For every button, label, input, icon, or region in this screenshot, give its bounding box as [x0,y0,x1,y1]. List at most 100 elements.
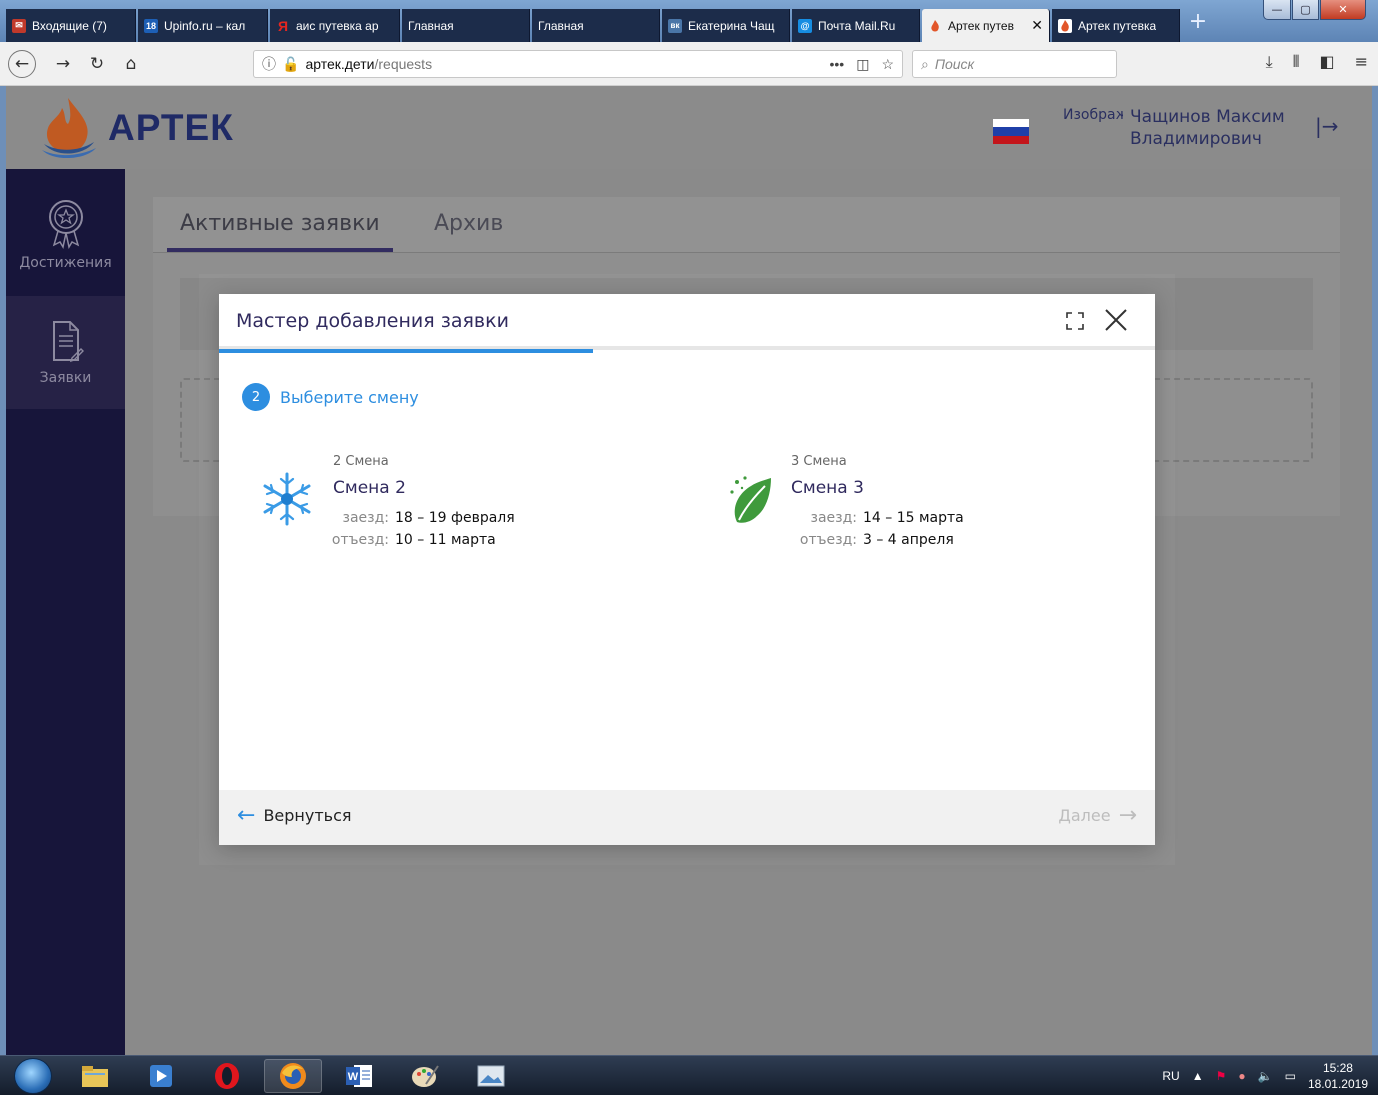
action-center-icon[interactable]: ⚑ [1216,1069,1227,1083]
departure-label: отъезд: [799,532,857,548]
tab-archive[interactable]: Архив [434,211,503,236]
show-hidden-icons-icon[interactable]: ▲ [1192,1069,1204,1083]
url-path: /requests [374,56,433,72]
yandex-icon: Я [277,17,289,34]
back-button-label: Вернуться [263,806,352,825]
browser-tab-artek-active[interactable]: Артек путев ✕ [922,9,1050,42]
insecure-lock-icon[interactable]: 🔓 [282,56,299,73]
language-flag-ru[interactable] [993,119,1029,144]
arrival-dates: 14 – 15 марта [863,510,964,526]
url-host: артек.дети [305,56,375,72]
search-placeholder: Поиск [934,56,975,72]
sidebar-item-achievements[interactable]: Достижения [6,199,125,279]
tab-label: Артек путевка [1078,18,1157,33]
maximize-button[interactable]: ▢ [1292,0,1319,20]
tab-label: Главная [538,18,584,33]
folder-icon [82,1066,108,1087]
library-icon[interactable]: ⫴ [1293,52,1300,72]
download-icon[interactable]: ⤓ [1266,52,1273,72]
back-arrow-icon[interactable]: ← [8,50,36,78]
firefox-taskbar-button[interactable] [264,1059,322,1093]
menu-icon[interactable]: ≡ [1355,52,1368,72]
start-button[interactable] [14,1058,52,1094]
avatar[interactable]: Изображение пользователя [1063,104,1123,126]
tab-label: Upinfo.ru – кал [164,18,246,33]
search-input[interactable]: ⌕ Поиск [912,50,1117,78]
mail-icon: ✉ [12,18,26,33]
word-icon: W [346,1065,372,1087]
media-player-taskbar-button[interactable] [132,1059,190,1093]
modal-footer: ← Вернуться Далее → [219,790,1155,845]
modal-header: Мастер добавления заявки [219,294,1155,350]
snowflake-icon [263,472,311,526]
medal-icon [48,200,83,249]
explorer-taskbar-button[interactable] [66,1059,124,1093]
home-icon[interactable]: ⌂ [118,51,144,77]
forward-arrow-icon[interactable]: → [50,51,76,77]
reload-icon[interactable]: ↻ [84,51,110,77]
next-button-label: Далее [1058,806,1111,825]
clock-date: 18.01.2019 [1307,1077,1368,1091]
shift-option-2[interactable]: 2 Смена Смена 2 заезд: 18 – 19 февраля от… [249,454,689,554]
close-tab-icon[interactable]: ✕ [1031,17,1043,34]
word-taskbar-button[interactable]: W [330,1059,388,1093]
shift-name: Смена 3 [791,478,864,498]
browser-tab-upinfo[interactable]: 18 Upinfo.ru – кал [138,9,268,42]
browser-tab-mailru[interactable]: @ Почта Mail.Ru [792,9,920,42]
opera-taskbar-button[interactable] [198,1059,256,1093]
sidebar-item-label: Достижения [19,255,112,271]
back-button[interactable]: ← Вернуться [237,804,352,826]
artek-logo[interactable]: АРТЕК [34,94,234,162]
new-tab-button[interactable]: + [1184,9,1212,37]
close-window-button[interactable]: ✕ [1320,0,1366,20]
info-icon[interactable]: ⓘ [262,54,276,74]
browser-tab-vk[interactable]: вк Екатерина Чащ [662,9,790,42]
system-tray: RU ▲ ⚑ ● 🔈 ▭ 15:28 18.01.2019 [1162,1056,1368,1095]
clock-time: 15:28 [1322,1061,1353,1075]
pocket-icon[interactable]: ◫ [856,56,869,73]
tab-label: Почта Mail.Ru [818,18,896,33]
clock[interactable]: 15:28 18.01.2019 [1308,1060,1368,1092]
close-icon[interactable] [1104,308,1128,332]
network-icon[interactable]: ▭ [1285,1069,1296,1083]
leaf-icon [730,476,771,523]
media-player-icon [150,1065,172,1087]
tab-label: Артек путев [948,18,1014,33]
site-header: АРТЕК Изображение пользователя Чащинов М… [6,86,1372,169]
arrival-label: заезд: [810,510,857,526]
page-actions-icon[interactable]: ••• [829,56,844,73]
windows-taskbar: W RU ▲ ⚑ ● 🔈 ▭ 15:28 18.01.2019 [0,1055,1378,1095]
security-icon[interactable]: ● [1238,1069,1245,1083]
window-controls: — ▢ ✕ [1263,0,1366,20]
shift-name: Смена 2 [333,478,406,498]
mailru-icon: @ [798,18,812,33]
minimize-button[interactable]: — [1263,0,1291,20]
departure-dates: 3 – 4 апреля [863,532,954,548]
sidebar-toggle-icon[interactable]: ◧ [1319,52,1334,72]
svg-text:W: W [348,1071,359,1083]
browser-tab-yandex[interactable]: Я аис путевка ар [270,9,400,42]
volume-icon[interactable]: 🔈 [1258,1069,1273,1083]
photo-viewer-taskbar-button[interactable] [462,1059,520,1093]
arrow-right-icon: → [1118,802,1137,828]
user-name[interactable]: Чащинов Максим Владимирович [1130,106,1285,150]
tab-active-requests[interactable]: Активные заявки [180,211,380,236]
browser-tab-artek[interactable]: Артек путевка [1052,9,1180,42]
browser-tab-main-2[interactable]: Главная [532,9,660,42]
browser-tab-inbox[interactable]: ✉ Входящие (7) [6,9,136,42]
next-button[interactable]: Далее → [1058,802,1137,828]
paint-taskbar-button[interactable] [396,1059,454,1093]
language-indicator[interactable]: RU [1162,1069,1179,1083]
browser-nav-bar: ← → ↻ ⌂ ⓘ 🔓 артек.дети/requests ••• ◫ ☆ … [0,42,1378,86]
shift-number: 3 Смена [791,454,847,469]
sidebar-item-requests[interactable]: Заявки [6,296,125,409]
requests-tabs: Активные заявки Архив [153,197,1340,253]
fullscreen-icon[interactable] [1065,311,1085,331]
shift-option-3[interactable]: 3 Смена Смена 3 заезд: 14 – 15 марта отъе… [719,454,1139,554]
browser-tab-main-1[interactable]: Главная [402,9,530,42]
step-number-badge: 2 [242,383,270,411]
departure-dates: 10 – 11 марта [395,532,496,548]
bookmark-star-icon[interactable]: ☆ [881,56,894,73]
address-bar[interactable]: ⓘ 🔓 артек.дети/requests ••• ◫ ☆ [253,50,903,78]
logout-icon[interactable]: |→ [1315,114,1339,138]
